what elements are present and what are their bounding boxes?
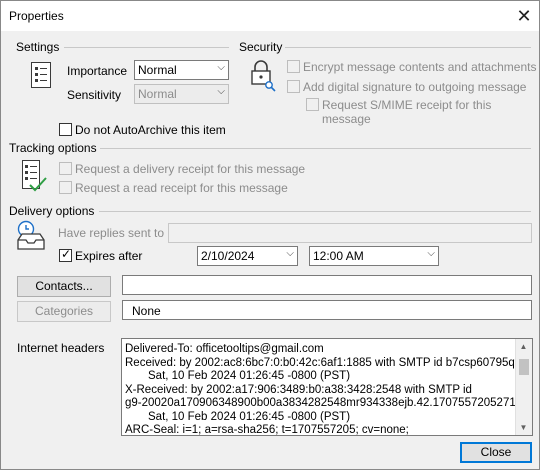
categories-button[interactable]: Categories bbox=[17, 301, 111, 322]
scroll-down-icon[interactable]: ▼ bbox=[516, 420, 531, 435]
close-button[interactable]: Close bbox=[460, 442, 532, 463]
delivery-divider bbox=[99, 211, 531, 212]
chevron-down-icon: ⌵ bbox=[286, 248, 294, 259]
properties-dialog: Properties ✕ Settings Importance Normal … bbox=[0, 0, 540, 470]
sensitivity-value: Normal bbox=[138, 87, 177, 101]
expires-label: Expires after bbox=[75, 249, 143, 263]
autoarchive-checkbox[interactable] bbox=[59, 123, 72, 136]
encrypt-checkbox[interactable] bbox=[287, 60, 300, 73]
headers-scrollbar[interactable]: ▲ ▼ bbox=[515, 339, 532, 435]
header-line: ARC-Seal: i=1; a=rsa-sha256; t=170755720… bbox=[125, 424, 409, 436]
header-line: Sat, 10 Feb 2024 01:26:45 -0800 (PST) bbox=[148, 410, 351, 423]
chevron-down-icon: ⌵ bbox=[217, 62, 225, 73]
importance-value: Normal bbox=[138, 63, 177, 77]
lock-key-icon bbox=[251, 60, 276, 92]
sensitivity-select[interactable]: Normal ⌵ bbox=[134, 84, 229, 104]
encrypt-label: Encrypt message contents and attachments bbox=[303, 60, 537, 74]
tracking-divider bbox=[100, 148, 531, 149]
check-icon: ✓ bbox=[61, 247, 72, 261]
read-receipt-label: Request a read receipt for this message bbox=[75, 181, 288, 195]
delivery-receipt-label: Request a delivery receipt for this mess… bbox=[75, 162, 306, 176]
autoarchive-label: Do not AutoArchive this item bbox=[75, 123, 226, 137]
title-bar bbox=[1, 1, 539, 31]
smime-label: Request S/MIME receipt for this message bbox=[322, 98, 492, 126]
categories-value: None bbox=[132, 304, 161, 318]
expires-date-value: 2/10/2024 bbox=[201, 249, 255, 263]
read-receipt-checkbox[interactable] bbox=[59, 181, 72, 194]
headers-label: Internet headers bbox=[17, 341, 105, 355]
expires-time-select[interactable]: 12:00 AM ⌵ bbox=[309, 246, 439, 266]
replies-input[interactable] bbox=[168, 223, 532, 243]
chevron-down-icon: ⌵ bbox=[217, 86, 225, 97]
settings-heading: Settings bbox=[16, 40, 60, 54]
sensitivity-label: Sensitivity bbox=[67, 88, 122, 102]
importance-select[interactable]: Normal ⌵ bbox=[134, 60, 229, 80]
settings-divider bbox=[64, 47, 229, 48]
smime-checkbox[interactable] bbox=[306, 98, 319, 111]
digital-signature-checkbox[interactable] bbox=[287, 80, 300, 93]
expires-checkbox[interactable]: ✓ bbox=[59, 247, 72, 262]
digital-signature-label: Add digital signature to outgoing messag… bbox=[303, 80, 527, 94]
header-line: g9-20020a170906348900b00a3834282548mr934… bbox=[125, 397, 519, 409]
headers-textarea[interactable]: Delivered-To: officetooltips@gmail.com Re… bbox=[121, 338, 533, 436]
chevron-down-icon: ⌵ bbox=[427, 248, 435, 259]
contacts-input[interactable] bbox=[122, 275, 532, 295]
clock-inbox-icon bbox=[17, 220, 45, 250]
header-line: Delivered-To: officetooltips@gmail.com bbox=[125, 343, 324, 355]
window-title: Properties bbox=[9, 9, 64, 23]
scroll-up-icon[interactable]: ▲ bbox=[516, 339, 531, 354]
header-line: X-Received: by 2002:a17:906:3489:b0:a38:… bbox=[125, 383, 472, 396]
header-line: Received: by 2002:ac8:6bc7:0:b0:42c:6af1… bbox=[125, 356, 525, 369]
delivery-heading: Delivery options bbox=[9, 204, 95, 218]
categories-input[interactable]: None bbox=[122, 300, 532, 320]
checklist-icon bbox=[22, 160, 47, 192]
delivery-receipt-checkbox[interactable] bbox=[59, 162, 72, 175]
header-line: Sat, 10 Feb 2024 01:26:45 -0800 (PST) bbox=[148, 370, 351, 382]
scroll-thumb[interactable] bbox=[519, 359, 529, 375]
close-window-button[interactable]: ✕ bbox=[513, 5, 535, 27]
replies-label: Have replies sent to bbox=[58, 226, 165, 240]
security-heading: Security bbox=[239, 40, 283, 54]
contacts-button[interactable]: Contacts... bbox=[17, 276, 111, 297]
list-icon bbox=[31, 62, 51, 88]
importance-label: Importance bbox=[67, 64, 128, 78]
expires-date-picker[interactable]: 2/10/2024 ⌵ bbox=[197, 246, 298, 266]
security-divider bbox=[285, 47, 531, 48]
expires-time-value: 12:00 AM bbox=[313, 249, 364, 263]
tracking-heading: Tracking options bbox=[9, 141, 97, 155]
